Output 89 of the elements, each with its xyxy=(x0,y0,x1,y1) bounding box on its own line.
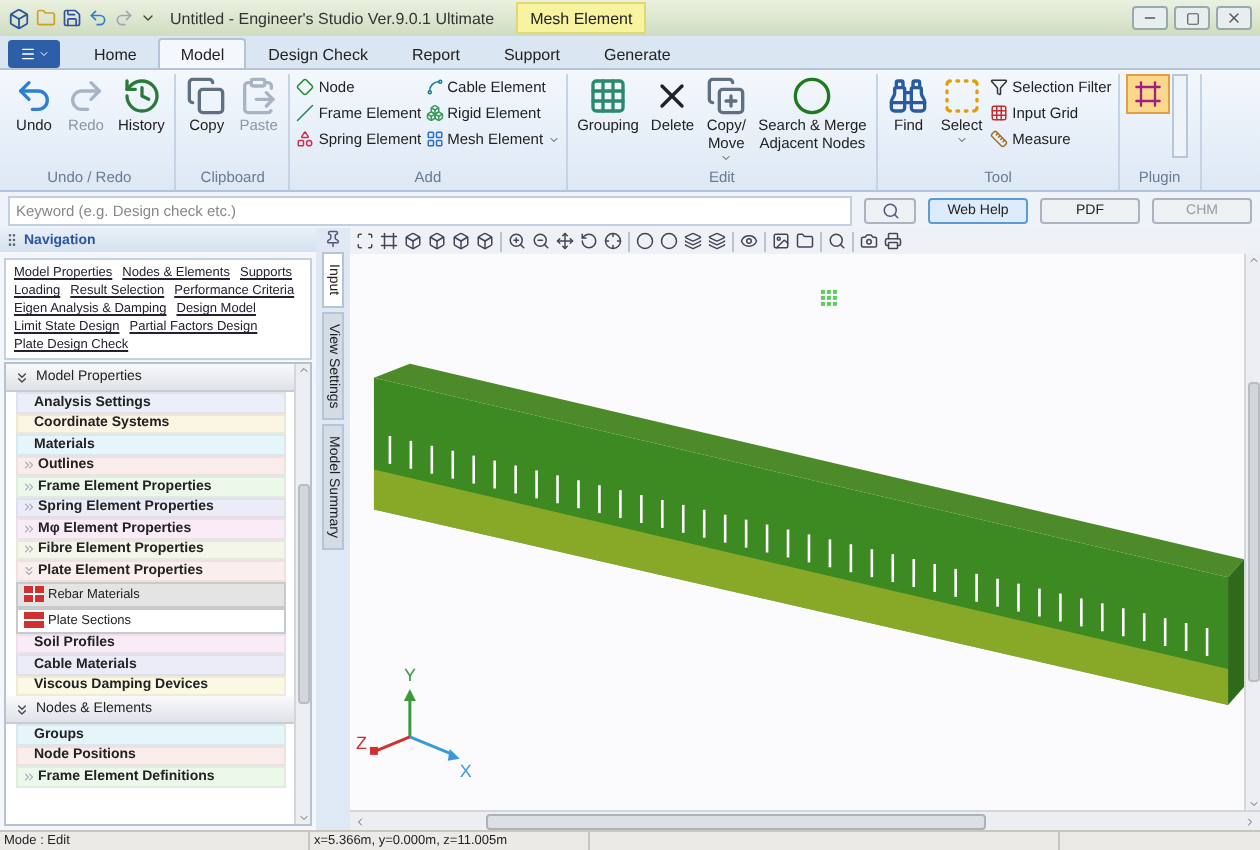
rotate-icon xyxy=(580,232,598,250)
axis-triad-drawing xyxy=(369,689,460,761)
filter-icon xyxy=(990,78,1009,96)
cube-icon xyxy=(428,232,446,250)
copy-move-icon xyxy=(706,76,747,116)
view-icon xyxy=(740,232,758,250)
circle-icon xyxy=(660,232,678,250)
table-icon xyxy=(24,612,44,628)
paste-icon xyxy=(238,76,279,116)
caret-icon xyxy=(720,152,733,164)
node-dots-icon xyxy=(820,289,837,306)
up-icon xyxy=(1247,254,1259,266)
ribbon-tab[interactable]: Report xyxy=(389,38,482,68)
layers-icon xyxy=(684,232,702,250)
zoom-in-icon xyxy=(508,232,526,250)
diamond-icon xyxy=(296,78,315,96)
app-icon xyxy=(8,7,30,29)
horizontal-scrollbar[interactable] xyxy=(350,810,1260,830)
fit-icon xyxy=(356,232,374,250)
cube-icon xyxy=(404,232,422,250)
caret-icon xyxy=(547,133,560,145)
minimize-button[interactable] xyxy=(1132,6,1168,30)
maximize-button[interactable] xyxy=(1174,6,1210,30)
picture-icon xyxy=(772,232,790,250)
left-icon xyxy=(354,815,366,827)
scrollbar[interactable] xyxy=(1244,254,1260,810)
search-button[interactable] xyxy=(864,197,916,223)
node-merge-icon xyxy=(792,76,833,116)
redo-icon xyxy=(66,76,106,116)
menu-icon xyxy=(19,46,35,62)
grid-icon xyxy=(990,104,1009,122)
scrollbar[interactable] xyxy=(294,364,310,824)
cube-icon xyxy=(476,232,494,250)
caret-icon xyxy=(37,48,49,60)
copy-icon xyxy=(186,76,227,116)
camera-icon xyxy=(860,232,878,250)
save-icon xyxy=(62,8,82,28)
mesh-icon xyxy=(425,130,444,148)
ribbon-tab[interactable]: Generate xyxy=(582,38,693,68)
gallery-scrollbar[interactable] xyxy=(1171,74,1188,158)
context-tab-label: Mesh Element xyxy=(516,2,647,34)
ruler-icon xyxy=(990,130,1009,148)
close-icon xyxy=(1226,10,1242,26)
frame-icon xyxy=(380,232,398,250)
down-icon xyxy=(1247,798,1259,810)
history-icon xyxy=(121,76,162,116)
cube-icon xyxy=(452,232,470,250)
table-icon xyxy=(24,586,44,602)
redo-icon xyxy=(114,8,134,28)
grouping-icon xyxy=(587,76,628,116)
ribbon-tab[interactable]: Home xyxy=(72,38,159,68)
axis-label: Z xyxy=(356,732,367,753)
customize-icon xyxy=(140,10,156,26)
ribbon-tab[interactable]: Model xyxy=(158,38,247,68)
maximize-icon xyxy=(1185,11,1199,25)
folder-icon xyxy=(36,8,56,28)
caret-icon xyxy=(955,134,968,146)
grip-icon xyxy=(4,232,20,248)
find-icon xyxy=(888,76,929,116)
axis-label: Y xyxy=(403,665,416,686)
axis-label: X xyxy=(459,760,472,781)
window-title: Untitled - Engineer's Studio Ver.9.0.1 Ultimate xyxy=(170,9,495,27)
cable-icon xyxy=(425,78,444,96)
ribbon-tab[interactable]: Support xyxy=(481,38,582,68)
printer-icon xyxy=(884,232,902,250)
chevrons-icon xyxy=(14,369,30,385)
move-icon xyxy=(556,232,574,250)
search-icon xyxy=(881,201,899,219)
right-icon xyxy=(1244,815,1256,827)
chevrons-icon xyxy=(14,701,30,717)
file-menu-button[interactable] xyxy=(8,40,60,68)
plugin-tile[interactable] xyxy=(1125,74,1170,114)
down-icon xyxy=(297,812,309,824)
circle-icon xyxy=(636,232,654,250)
pin-icon xyxy=(324,230,342,248)
crosshair-icon xyxy=(604,232,622,250)
zoom-out-icon xyxy=(532,232,550,250)
undo-icon xyxy=(14,76,54,116)
search-icon xyxy=(828,232,846,250)
close-button[interactable] xyxy=(1216,6,1252,30)
layers-icon xyxy=(708,232,726,250)
undo-icon xyxy=(88,8,108,28)
frame-icon xyxy=(1133,80,1162,108)
ribbon-tab[interactable]: Design Check xyxy=(246,38,390,68)
line-icon xyxy=(296,104,315,122)
select-icon xyxy=(941,76,982,116)
model-viewport[interactable]: Y Z X xyxy=(350,254,1244,810)
up-icon xyxy=(297,364,309,376)
folder-icon xyxy=(796,232,814,250)
